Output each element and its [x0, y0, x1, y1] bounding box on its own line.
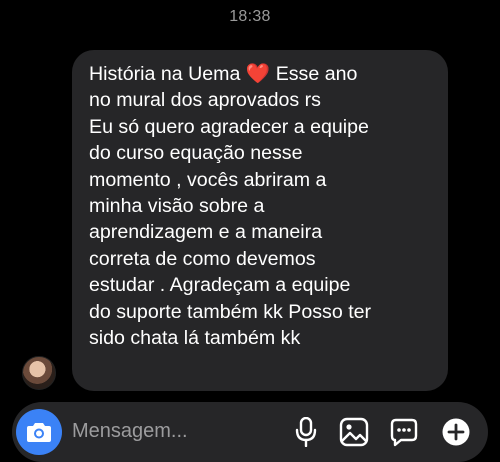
message-line: estudar . Agradeçam a equipe	[89, 274, 351, 297]
image-icon	[339, 417, 369, 447]
camera-icon	[27, 423, 51, 442]
message-input[interactable]: Mensagem...	[72, 420, 188, 443]
sticker-icon	[390, 418, 418, 447]
message-line: momento , vocês abriram a	[89, 168, 327, 191]
message-line: correta de como devemos	[89, 247, 316, 270]
timestamp: 18:38	[229, 8, 271, 25]
add-button[interactable]	[440, 416, 472, 448]
message-line: do curso equação nesse	[89, 142, 303, 165]
gallery-button[interactable]	[338, 416, 370, 448]
message-line: do suporte também kk Posso ter	[89, 300, 372, 323]
message-composer: Mensagem...	[12, 402, 488, 462]
message-line: minha visão sobre a	[89, 195, 265, 218]
message-line: Eu só quero agradecer a equipe	[89, 115, 369, 138]
camera-button[interactable]	[16, 409, 62, 455]
message-line: sido chata lá também kk	[89, 327, 301, 350]
message-line: aprendizagem e a maneira	[89, 221, 323, 244]
message-line-1: História na Uema ❤️ Esse ano	[89, 63, 358, 85]
microphone-button[interactable]	[290, 416, 322, 448]
sender-avatar[interactable]	[22, 356, 56, 390]
microphone-icon	[295, 417, 317, 447]
heart-emoji-icon: ❤️	[245, 63, 271, 85]
message-line: no mural dos aprovados rs	[89, 89, 321, 112]
plus-icon	[442, 418, 470, 446]
sticker-button[interactable]	[388, 416, 420, 448]
message-bubble[interactable]: História na Uema ❤️ Esse ano no mural do…	[72, 50, 448, 391]
